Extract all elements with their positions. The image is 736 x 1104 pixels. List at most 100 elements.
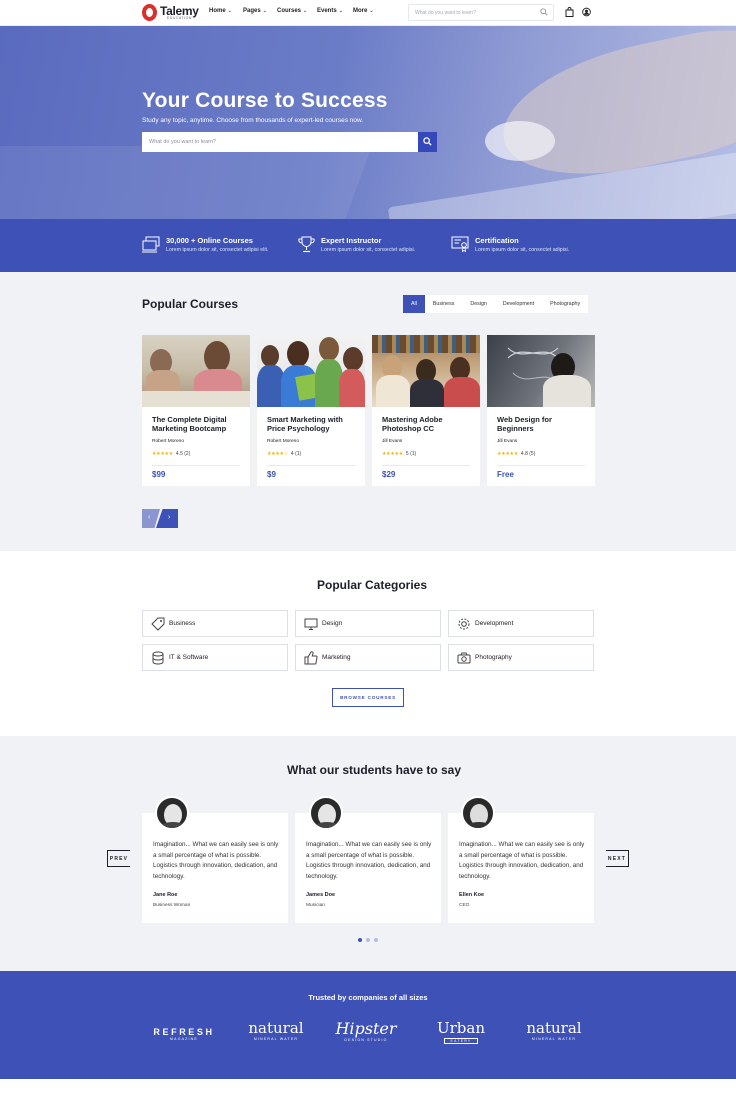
filter-tab-all[interactable]: All <box>403 295 425 313</box>
brand-logo-hipster: Hipster DESIGN STUDIO <box>335 1019 397 1042</box>
gear-icon <box>458 618 470 630</box>
cart-icon[interactable] <box>565 7 574 17</box>
monitor-icon <box>304 618 318 630</box>
course-card[interactable]: Mastering Adobe Photoshop CC Jill Evans … <box>372 335 480 486</box>
hero-mouse-shape <box>485 121 555 161</box>
testimonial-card: Imagination... What we can easily see is… <box>448 813 594 923</box>
testimonial-card: Imagination... What we can easily see is… <box>295 813 441 923</box>
course-card[interactable]: Smart Marketing with Price Psychology Ro… <box>257 335 365 486</box>
testimonial-role: CEO <box>459 903 470 908</box>
search-icon[interactable] <box>540 8 548 16</box>
testimonial-quote: Imagination... What we can easily see is… <box>459 841 585 880</box>
course-author: Jill Evans <box>382 439 403 444</box>
course-price: $99 <box>152 470 166 479</box>
course-filter-tabs: All Business Design Development Photogra… <box>403 295 589 313</box>
thumbs-up-icon <box>304 651 318 665</box>
trusted-title: Trusted by companies of all sizes <box>308 993 428 1002</box>
pagination-dot[interactable] <box>366 938 370 942</box>
hero-search-input[interactable]: What do you want to learn? <box>142 132 418 152</box>
course-price: $9 <box>267 470 276 479</box>
chevron-down-icon: ⌄ <box>338 8 343 14</box>
camera-icon <box>457 652 471 664</box>
course-author: Robert Moreno <box>267 439 299 444</box>
course-title[interactable]: Web Design for Beginners <box>497 415 589 433</box>
chevron-down-icon: ⌄ <box>227 8 232 14</box>
course-card[interactable]: Web Design for Beginners Jill Evans ★★★★… <box>487 335 595 486</box>
category-photography[interactable]: Photography <box>448 644 594 671</box>
course-thumbnail[interactable] <box>142 335 250 407</box>
divider <box>152 465 240 466</box>
menu-events[interactable]: Events ⌄ <box>317 8 343 14</box>
feature-title: Expert Instructor <box>321 236 382 245</box>
testimonial-pagination <box>358 938 378 942</box>
avatar <box>309 796 343 830</box>
category-marketing[interactable]: Marketing <box>295 644 441 671</box>
chevron-down-icon: ⌄ <box>369 8 374 14</box>
hero-search-button[interactable] <box>418 132 437 152</box>
testimonial-role: Business Woman <box>153 903 191 908</box>
hero-search-placeholder: What do you want to learn? <box>149 139 216 145</box>
filter-tab-photography[interactable]: Photography <box>542 295 588 313</box>
rating-stars-icon: ★★★★★ <box>497 451 518 457</box>
course-card[interactable]: The Complete Digital Marketing Bootcamp … <box>142 335 250 486</box>
category-label: Marketing <box>322 654 351 661</box>
testimonial-prev-button[interactable]: PREV <box>107 850 130 867</box>
category-development[interactable]: Development <box>448 610 594 637</box>
avatar <box>461 796 495 830</box>
monitor-stack-icon <box>142 236 160 253</box>
certificate-icon <box>451 236 469 253</box>
testimonial-quote: Imagination... What we can easily see is… <box>153 841 279 880</box>
divider <box>382 465 470 466</box>
browse-courses-button[interactable]: BROWSE COURSES <box>332 688 404 707</box>
footer-strip <box>0 1079 736 1104</box>
menu-more[interactable]: More ⌄ <box>353 8 374 14</box>
category-label: Business <box>169 620 196 627</box>
category-design[interactable]: Design <box>295 610 441 637</box>
menu-pages[interactable]: Pages ⌄ <box>243 8 267 14</box>
chevron-left-icon: ‹ <box>148 514 151 521</box>
category-it-software[interactable]: IT & Software <box>142 644 288 671</box>
nav-search-input[interactable]: What do you want to learn? <box>408 4 554 21</box>
course-title[interactable]: The Complete Digital Marketing Bootcamp <box>152 415 244 433</box>
logo-tagline: EDUCATION <box>167 16 192 20</box>
testimonial-card: Imagination... What we can easily see is… <box>142 813 288 923</box>
rating-stars-icon: ★★★★★ <box>152 451 173 457</box>
menu-home[interactable]: Home ⌄ <box>209 8 232 14</box>
filter-tab-design[interactable]: Design <box>462 295 495 313</box>
search-icon <box>423 137 432 146</box>
nav-search-placeholder: What do you want to learn? <box>415 10 476 16</box>
course-thumbnail[interactable] <box>257 335 365 407</box>
course-author: Robert Moreno <box>152 439 184 444</box>
course-rating: ★★★★★ 5 (1) <box>382 451 417 457</box>
category-label: Photography <box>475 654 512 661</box>
pagination-dot[interactable] <box>358 938 362 942</box>
feature-title: Certification <box>475 236 519 245</box>
user-account-icon[interactable] <box>582 7 591 17</box>
brand-logo-urban: Urban EATERY <box>436 1019 486 1044</box>
course-rating: ★★★★★ 4.5 (2) <box>152 451 191 457</box>
course-rating: ★★★★☆ 4 (1) <box>267 451 302 457</box>
course-thumbnail[interactable] <box>487 335 595 407</box>
course-title[interactable]: Mastering Adobe Photoshop CC <box>382 415 474 433</box>
top-navbar: Talemy EDUCATION Home ⌄ Pages ⌄ Courses ⌄ E… <box>0 0 736 26</box>
pagination-dot[interactable] <box>374 938 378 942</box>
course-thumbnail[interactable] <box>372 335 480 407</box>
category-business[interactable]: Business <box>142 610 288 637</box>
divider <box>497 465 585 466</box>
category-label: Design <box>322 620 343 627</box>
carousel-next-button[interactable]: › <box>156 509 178 528</box>
tag-icon <box>151 617 165 631</box>
rating-stars-icon: ★★★★★ <box>382 451 403 457</box>
filter-tab-business[interactable]: Business <box>425 295 463 313</box>
course-title[interactable]: Smart Marketing with Price Psychology <box>267 415 359 433</box>
course-rating: ★★★★★ 4.8 (5) <box>497 451 536 457</box>
filter-tab-development[interactable]: Development <box>495 295 542 313</box>
logo-icon[interactable] <box>142 4 157 21</box>
testimonial-name: Jane Roe <box>153 892 178 898</box>
testimonial-next-button[interactable]: NEXT <box>606 850 629 867</box>
hero-laptop-shape <box>0 146 372 219</box>
menu-courses[interactable]: Courses ⌄ <box>277 8 307 14</box>
chevron-down-icon: ⌄ <box>262 8 267 14</box>
brand-logo-natural: natural MINERAL WATER <box>526 1019 582 1041</box>
category-label: IT & Software <box>169 654 209 661</box>
